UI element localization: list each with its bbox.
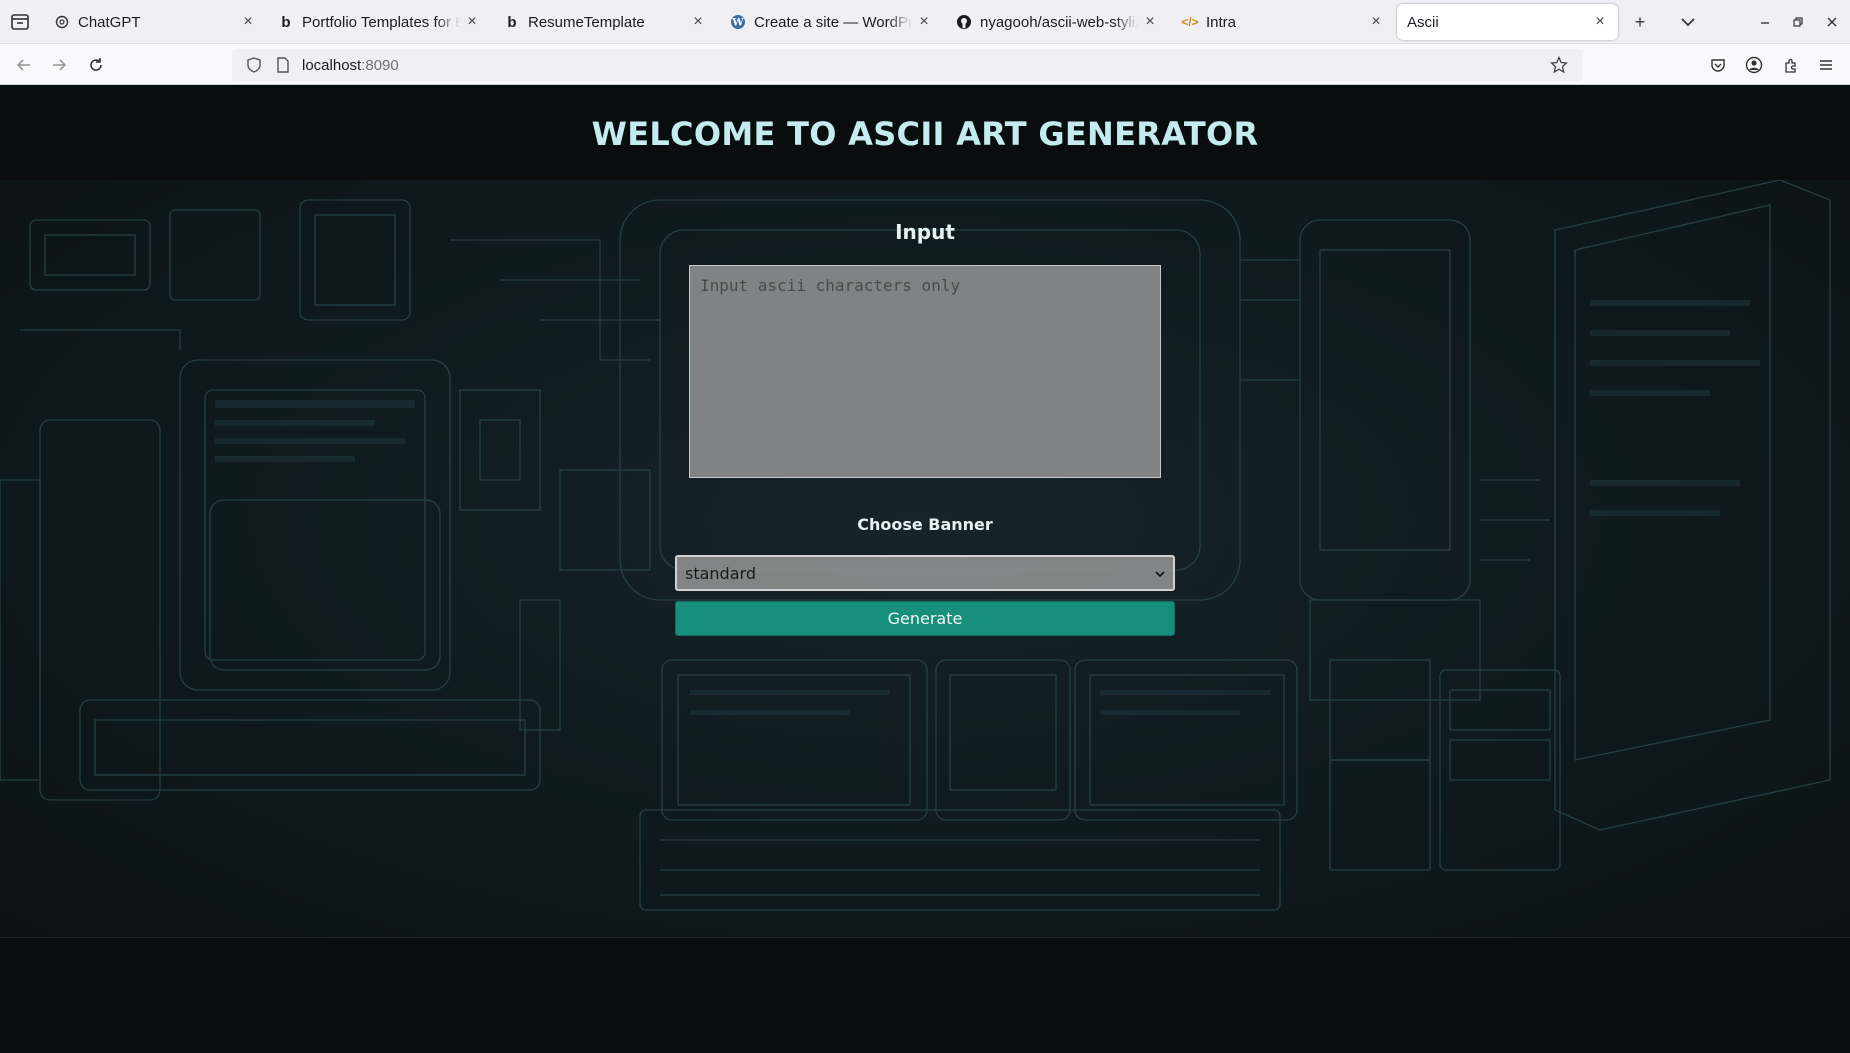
tab-title: Create a site — WordPre: [754, 13, 912, 31]
shield-icon[interactable]: [246, 57, 262, 73]
tab-list-chevron-icon[interactable]: [1678, 12, 1698, 32]
ascii-form: Input Choose Banner standard Generate: [0, 180, 1850, 937]
tab-title: Portfolio Templates for B: [302, 13, 460, 31]
pocket-icon[interactable]: [1707, 54, 1729, 76]
url-port: :8090: [361, 56, 399, 74]
tab-title: ResumeTemplate: [528, 13, 645, 31]
close-icon[interactable]: ×: [1368, 14, 1384, 30]
close-icon[interactable]: ×: [240, 14, 256, 30]
new-tab-icon[interactable]: +: [1630, 12, 1650, 32]
tab-ascii[interactable]: Ascii ×: [1397, 4, 1618, 40]
chevron-down-icon: [1153, 566, 1167, 580]
tab-title: nyagooh/ascii-web-styliz: [980, 13, 1138, 31]
tab-title: ChatGPT: [78, 13, 141, 31]
page-header: WELCOME TO ASCII ART GENERATOR: [0, 85, 1850, 180]
ascii-text-input[interactable]: [689, 265, 1161, 478]
account-icon[interactable]: [1743, 54, 1765, 76]
page-content: WELCOME TO ASCII ART GENERATOR Input Inp…: [0, 85, 1850, 1053]
minimize-icon[interactable]: [1755, 12, 1775, 32]
close-icon[interactable]: ×: [1592, 14, 1608, 30]
tab-bar: ChatGPT × b Portfolio Templates for B × …: [0, 0, 1850, 44]
close-icon[interactable]: ×: [690, 14, 706, 30]
page-title: WELCOME TO ASCII ART GENERATOR: [591, 114, 1259, 153]
back-icon[interactable]: [12, 53, 36, 77]
tab-title: Intra: [1206, 13, 1237, 31]
tab-title: Ascii: [1407, 13, 1439, 31]
page-icon[interactable]: [276, 57, 290, 73]
banner-select-value: standard: [685, 563, 756, 583]
tab-portfolio-templates[interactable]: b Portfolio Templates for B ×: [268, 4, 490, 40]
forward-icon[interactable]: [47, 53, 71, 77]
hero-section: Input Choose Banner standard Generate: [0, 180, 1850, 937]
close-icon[interactable]: ×: [464, 14, 480, 30]
tab-wordpress[interactable]: W Create a site — WordPre ×: [720, 4, 942, 40]
close-icon[interactable]: ×: [916, 14, 932, 30]
page-footer: [0, 937, 1850, 1053]
tab-chatgpt[interactable]: ChatGPT ×: [44, 4, 266, 40]
address-bar[interactable]: localhost:8090: [232, 49, 1582, 81]
navigation-bar: localhost:8090: [0, 44, 1850, 85]
firefox-view-icon[interactable]: [8, 12, 32, 32]
chatgpt-icon: [54, 14, 70, 30]
bootstrap-icon: b: [281, 13, 291, 31]
tab-intra[interactable]: </> Intra ×: [1172, 4, 1394, 40]
wordpress-icon: W: [730, 14, 746, 30]
close-icon[interactable]: ×: [1142, 14, 1158, 30]
banner-select[interactable]: standard: [675, 555, 1175, 591]
svg-text:W: W: [731, 18, 744, 29]
extensions-icon[interactable]: [1780, 54, 1802, 76]
tab-resume-template[interactable]: b ResumeTemplate ×: [494, 4, 716, 40]
bootstrap-icon: b: [507, 13, 517, 31]
tab-github[interactable]: nyagooh/ascii-web-styliz ×: [946, 4, 1168, 40]
github-icon: [956, 14, 972, 30]
close-window-icon[interactable]: [1822, 12, 1842, 32]
reload-icon[interactable]: [84, 53, 108, 77]
input-label: Input: [895, 220, 955, 244]
code-icon: </>: [1181, 15, 1199, 29]
restore-icon[interactable]: [1788, 12, 1808, 32]
bookmark-star-icon[interactable]: [1549, 55, 1569, 74]
generate-button[interactable]: Generate: [675, 601, 1175, 636]
choose-banner-label: Choose Banner: [857, 515, 993, 534]
menu-icon[interactable]: [1815, 54, 1837, 76]
url-host: localhost: [302, 56, 362, 74]
